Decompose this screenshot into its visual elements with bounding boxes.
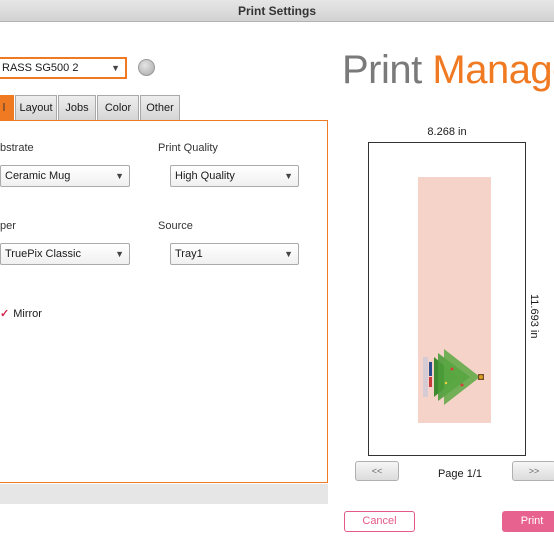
tree-artwork [423, 349, 484, 405]
chevron-down-icon: ▼ [284, 171, 293, 181]
mirror-label: Mirror [13, 308, 42, 320]
next-page-button[interactable]: >> [512, 461, 554, 481]
print-quality-value: High Quality [175, 170, 235, 182]
chevron-down-icon: ▼ [115, 249, 124, 259]
print-quality-select[interactable]: High Quality ▼ [170, 165, 299, 187]
cancel-button[interactable]: Cancel [344, 511, 415, 532]
printer-status-icon [138, 59, 155, 76]
paper-label: per [0, 220, 16, 232]
chevron-down-icon: ▼ [111, 63, 120, 73]
settings-tabs: l Layout Jobs Color Other [0, 95, 181, 121]
tab-jobs[interactable]: Jobs [58, 95, 96, 121]
source-label: Source [158, 220, 193, 232]
chevron-down-icon: ▼ [115, 171, 124, 181]
progress-bar [0, 484, 328, 504]
logo-word-print: Print [342, 48, 422, 92]
printer-select-value: RASS SG500 2 [2, 62, 79, 74]
print-area [418, 177, 491, 423]
tab-layout[interactable]: Layout [15, 95, 57, 121]
paper-value: TruePix Classic [5, 248, 81, 260]
print-quality-label: Print Quality [158, 142, 218, 154]
app-logo: Print Manage [342, 48, 554, 93]
tab-general[interactable]: l [0, 95, 14, 121]
print-button[interactable]: Print [502, 511, 554, 532]
prev-page-button[interactable]: << [355, 461, 399, 481]
window-title: Print Settings [0, 0, 554, 22]
page-indicator: Page 1/1 [437, 468, 483, 480]
substrate-select[interactable]: Ceramic Mug ▼ [0, 165, 130, 187]
substrate-label: bstrate [0, 142, 34, 154]
tab-color[interactable]: Color [97, 95, 139, 121]
logo-word-manage: Manage [432, 48, 554, 92]
mirror-checkbox[interactable]: ✓ Mirror [0, 307, 42, 320]
tab-other[interactable]: Other [140, 95, 180, 121]
paper-select[interactable]: TruePix Classic ▼ [0, 243, 130, 265]
source-select[interactable]: Tray1 ▼ [170, 243, 299, 265]
page-width-label: 8.268 in [427, 126, 467, 138]
chevron-down-icon: ▼ [284, 249, 293, 259]
source-value: Tray1 [175, 248, 203, 260]
checkmark-icon: ✓ [0, 308, 10, 320]
printer-select[interactable]: RASS SG500 2 ▼ [0, 57, 127, 79]
page-height-label: 11.693 in [528, 294, 540, 339]
substrate-value: Ceramic Mug [5, 170, 71, 182]
